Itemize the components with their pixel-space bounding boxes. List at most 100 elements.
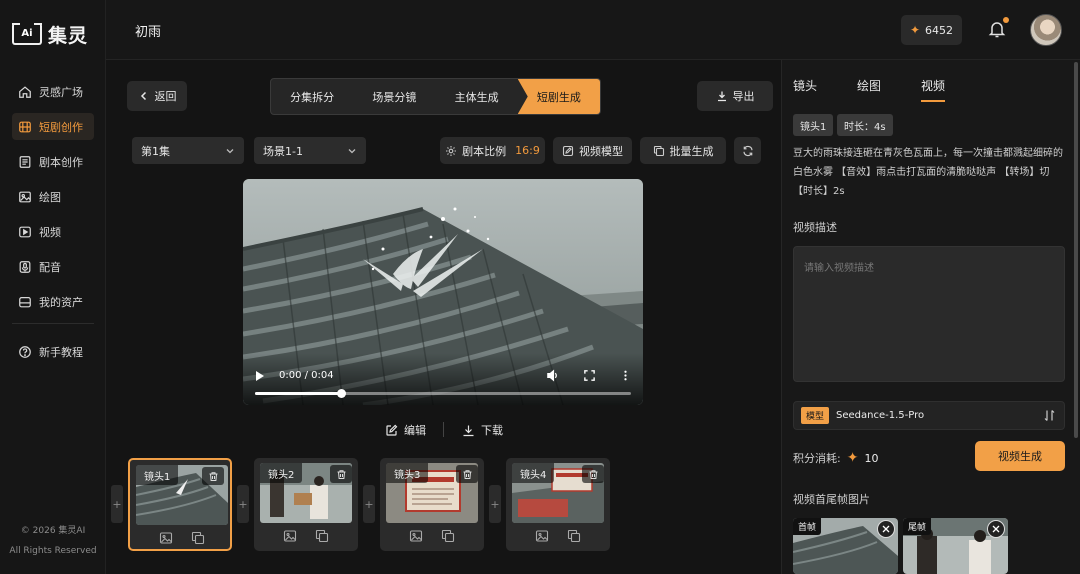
video-progress-track[interactable] xyxy=(255,389,631,398)
sidebar-nav: 灵感广场 短剧创作 剧本创作 绘图 视频 配音 我的资产 新手教程 xyxy=(12,78,94,373)
insert-shot-button[interactable]: + xyxy=(111,485,123,523)
image-icon[interactable] xyxy=(535,529,549,543)
gear-icon xyxy=(446,145,457,156)
edit-button[interactable]: 编辑 xyxy=(385,422,426,438)
model-name: Seedance-1.5-Pro xyxy=(836,410,925,421)
sidebar-item-dubbing[interactable]: 配音 xyxy=(12,253,94,280)
sidebar-item-script[interactable]: 剧本创作 xyxy=(12,148,94,175)
points-value: 6452 xyxy=(925,23,954,37)
panel-tabs: 镜头 绘图 视频 xyxy=(793,77,985,102)
sidebar-item-label: 短剧创作 xyxy=(39,120,83,134)
video-player[interactable]: 0:00 / 0:04 xyxy=(243,179,643,405)
refresh-button[interactable] xyxy=(734,137,761,164)
delete-shot-button[interactable] xyxy=(582,465,604,483)
batch-generate-label: 批量生成 xyxy=(669,144,714,158)
tab-video[interactable]: 视频 xyxy=(921,77,985,102)
duration-chip: 时长：4s xyxy=(837,114,893,136)
sidebar-item-label: 新手教程 xyxy=(39,345,83,359)
more-options-icon[interactable] xyxy=(619,369,632,382)
copy-icon[interactable] xyxy=(191,531,205,545)
ratio-label: 剧本比例 xyxy=(462,144,507,158)
scene-select[interactable]: 场景1-1 xyxy=(254,137,366,164)
image-icon[interactable] xyxy=(409,529,423,543)
volume-icon[interactable] xyxy=(546,369,559,382)
sidebar-item-short-drama[interactable]: 短剧创作 xyxy=(12,113,94,140)
video-progress-knob[interactable] xyxy=(337,389,347,398)
shot-label: 镜头3 xyxy=(386,463,429,483)
image-icon[interactable] xyxy=(283,529,297,543)
swap-icon[interactable] xyxy=(1043,409,1056,422)
edit-icon xyxy=(562,145,574,156)
first-frame-tag: 首帧 xyxy=(793,518,822,535)
delete-shot-button[interactable] xyxy=(202,467,224,485)
ratio-value: 16:9 xyxy=(515,144,540,157)
play-icon[interactable] xyxy=(255,370,265,382)
copy-icon[interactable] xyxy=(567,529,581,543)
episode-select[interactable]: 第1集 xyxy=(132,137,244,164)
main-workspace: 返回 分集拆分 场景分镜 主体生成 短剧生成 导出 第1集 场景1-1 剧本比例… xyxy=(106,60,780,574)
step-episode-split[interactable]: 分集拆分 xyxy=(271,79,353,114)
download-button[interactable]: 下载 xyxy=(462,422,503,438)
shot-card[interactable]: 镜头1 xyxy=(128,458,232,551)
tab-shot[interactable]: 镜头 xyxy=(793,77,857,102)
sidebar: Ai 集灵 灵感广场 短剧创作 剧本创作 绘图 视频 配音 我的资产 新手教程 … xyxy=(0,0,106,574)
insert-shot-button[interactable]: + xyxy=(363,485,375,523)
app-logo[interactable]: Ai 集灵 xyxy=(12,20,88,48)
copy-icon[interactable] xyxy=(315,529,329,543)
logo-text: 集灵 xyxy=(48,24,89,47)
sidebar-item-inspiration[interactable]: 灵感广场 xyxy=(12,78,94,105)
sidebar-item-tutorial[interactable]: 新手教程 xyxy=(12,338,94,365)
points-badge[interactable]: ✦ 6452 xyxy=(901,15,962,45)
panel-scrollbar[interactable] xyxy=(1074,62,1078,438)
sidebar-item-drawing[interactable]: 绘图 xyxy=(12,183,94,210)
trash-icon xyxy=(589,469,597,479)
back-button[interactable]: 返回 xyxy=(127,81,187,111)
sidebar-item-label: 绘图 xyxy=(39,190,61,204)
remove-last-frame-button[interactable] xyxy=(987,520,1005,538)
last-frame-image[interactable]: 尾帧 xyxy=(903,518,1008,574)
notification-dot xyxy=(1003,17,1009,23)
first-frame-image[interactable]: 首帧 xyxy=(793,518,898,574)
export-label: 导出 xyxy=(732,90,755,103)
sidebar-item-label: 灵感广场 xyxy=(39,85,83,99)
insert-shot-button[interactable]: + xyxy=(489,485,501,523)
video-description-input[interactable]: 请输入视频描述 xyxy=(793,246,1065,382)
logo-mark: Ai xyxy=(12,23,42,45)
sidebar-item-video[interactable]: 视频 xyxy=(12,218,94,245)
play-icon xyxy=(19,226,31,237)
delete-shot-button[interactable] xyxy=(456,465,478,483)
image-icon[interactable] xyxy=(159,531,173,545)
ratio-button[interactable]: 剧本比例 16:9 xyxy=(440,137,545,164)
video-model-button[interactable]: 视频模型 xyxy=(553,137,632,164)
export-button[interactable]: 导出 xyxy=(697,81,773,111)
frames-label: 视频首尾帧图片 xyxy=(793,493,870,506)
model-selector[interactable]: 模型 Seedance-1.5-Pro xyxy=(793,401,1065,430)
download-icon xyxy=(463,425,474,436)
step-drama-generation[interactable]: 短剧生成 xyxy=(517,79,600,114)
video-model-label: 视频模型 xyxy=(579,144,623,158)
step-subject-generation[interactable]: 主体生成 xyxy=(436,79,518,114)
delete-shot-button[interactable] xyxy=(330,465,352,483)
close-icon xyxy=(882,525,890,533)
tab-drawing[interactable]: 绘图 xyxy=(857,77,921,102)
sidebar-item-label: 视频 xyxy=(39,225,61,239)
step-scene-storyboard[interactable]: 场景分镜 xyxy=(353,79,435,114)
sparkle-icon: ✦ xyxy=(909,23,921,37)
insert-shot-button[interactable]: + xyxy=(237,485,249,523)
shot-card[interactable]: 镜头4 xyxy=(506,458,610,551)
generate-video-button[interactable]: 视频生成 xyxy=(975,441,1065,471)
sidebar-item-label: 剧本创作 xyxy=(39,155,83,169)
copy-icon[interactable] xyxy=(441,529,455,543)
edit-icon xyxy=(386,424,398,436)
remove-first-frame-button[interactable] xyxy=(877,520,895,538)
chevron-down-icon xyxy=(226,148,234,153)
sidebar-item-assets[interactable]: 我的资产 xyxy=(12,288,94,315)
avatar[interactable] xyxy=(1030,14,1062,46)
shot-card[interactable]: 镜头2 xyxy=(254,458,358,551)
copy-icon xyxy=(653,145,664,156)
help-icon xyxy=(19,345,31,358)
shot-label: 镜头2 xyxy=(260,463,303,483)
fullscreen-icon[interactable] xyxy=(583,369,596,382)
shot-card[interactable]: 镜头3 xyxy=(380,458,484,551)
batch-generate-button[interactable]: 批量生成 xyxy=(640,137,726,164)
